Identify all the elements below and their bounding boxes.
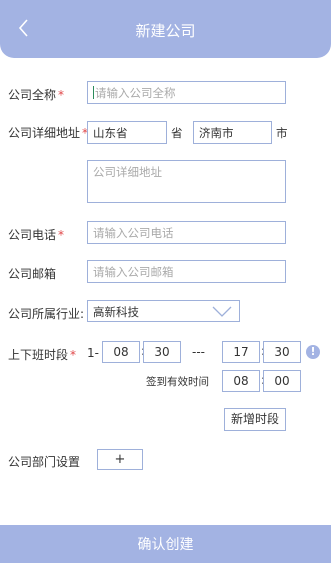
start-hour-input[interactable]: 08 [102,341,140,363]
start-minute-input[interactable]: 30 [143,341,181,363]
page-title: 新建公司 [135,22,196,40]
company-email-input[interactable]: 请输入公司邮箱 [87,260,286,283]
industry-selected-value: 高新科技 [93,305,139,319]
confirm-create-button[interactable]: 确认创建 [0,525,331,563]
end-minute-input[interactable]: 30 [263,341,301,363]
city-unit: 市 [276,126,288,140]
range-separator: --- [192,345,205,359]
company-name-label-text: 公司全称 [8,88,57,102]
company-email-label: 公司邮箱 [8,267,57,281]
company-name-input[interactable]: 请输入公司全称 [87,81,286,104]
address-detail-textarea[interactable]: 公司详细地址 [87,160,286,203]
city-input[interactable]: 济南市 [193,121,272,144]
checkin-minute-input[interactable]: 00 [263,370,301,392]
add-time-slot-button[interactable]: 新增时段 [224,408,286,431]
company-phone-label: 公司电话 * [8,226,64,243]
info-icon[interactable]: ! [306,345,320,359]
departments-label: 公司部门设置 [8,455,81,469]
company-address-label-text: 公司详细地址 [8,126,81,140]
header-bar: 新建公司 [0,0,331,58]
industry-select[interactable]: 高新科技 [87,300,240,322]
work-hours-label: 上下班时段 * [8,346,76,363]
province-input[interactable]: 山东省 [87,121,167,144]
work-hours-index: 1- [87,346,99,360]
company-phone-input[interactable]: 请输入公司电话 [87,221,286,244]
add-department-button[interactable]: + [97,449,143,470]
chevron-down-icon [212,306,232,317]
company-name-label: 公司全称 * [8,86,64,103]
checkin-hour-input[interactable]: 08 [222,370,260,392]
province-unit: 省 [171,126,183,140]
industry-label: 公司所属行业: [8,307,85,321]
end-hour-input[interactable]: 17 [222,341,260,363]
required-mark: * [58,228,65,242]
required-mark: * [58,88,65,102]
company-phone-label-text: 公司电话 [8,228,57,242]
checkin-label: 签到有效时间 [146,376,209,388]
work-hours-label-text: 上下班时段 [8,348,69,362]
required-mark: * [70,348,77,362]
company-address-label: 公司详细地址 * [8,124,88,141]
